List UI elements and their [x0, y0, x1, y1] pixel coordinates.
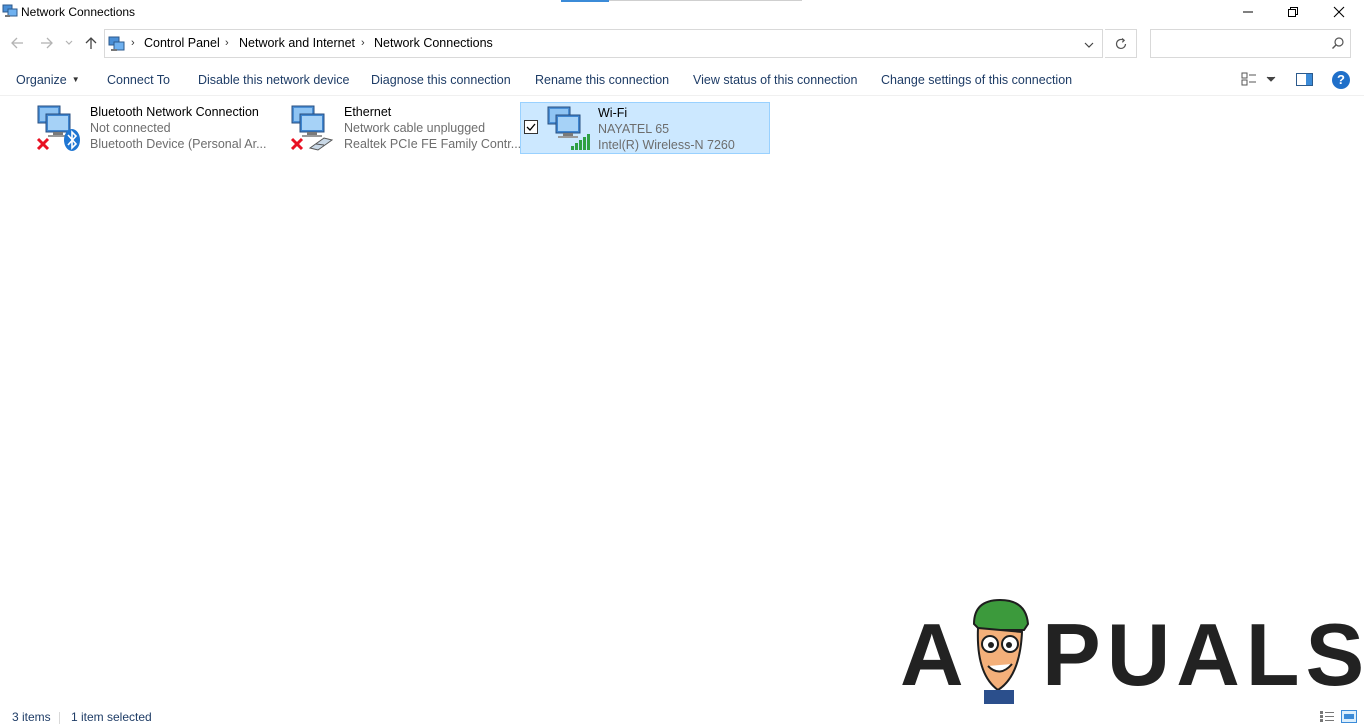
minimize-icon — [1243, 11, 1253, 13]
refresh-button[interactable] — [1105, 29, 1137, 58]
forward-button[interactable] — [36, 32, 58, 54]
breadcrumb-separator: › — [361, 37, 365, 49]
selection-checkbox[interactable] — [524, 120, 538, 134]
bluetooth-network-icon — [36, 105, 80, 151]
address-dropdown-icon[interactable] — [1082, 38, 1096, 52]
minimize-button[interactable] — [1225, 0, 1271, 24]
diagnose-button[interactable]: Diagnose this connection — [371, 73, 511, 87]
window-title: Network Connections — [21, 5, 136, 19]
command-bar: Organize ▼ Connect To Disable this networ… — [0, 64, 1364, 96]
breadcrumb-network-connections[interactable]: Network Connections — [374, 36, 493, 50]
connection-item-ethernet[interactable]: Ethernet Network cable unplugged Realtek… — [274, 102, 524, 154]
search-icon[interactable] — [1331, 36, 1345, 50]
help-icon[interactable]: ? — [1332, 71, 1350, 89]
title-bar: Network Connections — [0, 0, 1364, 24]
refresh-icon — [1115, 37, 1126, 49]
recent-locations-button[interactable] — [60, 32, 78, 54]
close-button[interactable] — [1316, 0, 1362, 24]
search-input[interactable] — [1155, 34, 1325, 53]
breadcrumb-separator: › — [131, 37, 135, 49]
chevron-down-icon — [65, 40, 73, 45]
preview-pane-icon[interactable] — [1296, 73, 1313, 86]
mascot-logo-icon — [972, 598, 1030, 704]
forward-arrow-icon — [41, 37, 53, 49]
search-box[interactable] — [1150, 29, 1351, 58]
items-count: 3 items — [12, 710, 51, 724]
view-status-button[interactable]: View status of this connection — [693, 73, 857, 87]
up-button[interactable] — [80, 32, 102, 54]
connection-name: Wi-Fi — [598, 106, 628, 120]
network-connections-icon — [2, 4, 18, 17]
watermark-text: PUALS — [1042, 605, 1364, 704]
organize-label: Organize — [16, 73, 67, 87]
connection-item-wifi[interactable]: Wi-Fi NAYATEL 65 Intel(R) Wireless-N 726… — [520, 102, 770, 154]
connection-status: Network cable unplugged — [344, 121, 486, 135]
rename-button[interactable]: Rename this connection — [535, 73, 669, 87]
checkmark-icon — [526, 123, 536, 131]
ethernet-network-icon — [290, 105, 334, 151]
up-arrow-icon — [85, 37, 97, 49]
disable-device-button[interactable]: Disable this network device — [198, 73, 349, 87]
connection-device: Realtek PCIe FE Family Contr... — [344, 137, 522, 151]
restore-button[interactable] — [1270, 0, 1316, 24]
selected-count: 1 item selected — [71, 710, 152, 724]
caret-down-icon: ▼ — [71, 75, 80, 84]
title-accent-line — [561, 0, 609, 2]
control-panel-icon — [108, 36, 125, 51]
change-settings-button[interactable]: Change settings of this connection — [881, 73, 1072, 87]
appuals-watermark: A PUALS — [896, 590, 1364, 710]
large-icons-view-icon[interactable] — [1341, 710, 1357, 723]
connect-to-button[interactable]: Connect To — [107, 73, 170, 87]
connection-device: Intel(R) Wireless-N 7260 — [598, 138, 735, 152]
organize-menu[interactable]: Organize ▼ — [16, 73, 80, 87]
connection-name: Ethernet — [344, 105, 392, 119]
back-arrow-icon — [11, 37, 23, 49]
breadcrumb-control-panel[interactable]: Control Panel — [144, 36, 220, 50]
title-divider — [609, 0, 802, 1]
status-bar: 3 items 1 item selected — [0, 706, 1364, 727]
status-divider — [59, 712, 60, 724]
close-icon — [1333, 6, 1345, 18]
connection-item-bluetooth[interactable]: Bluetooth Network Connection Not connect… — [20, 102, 270, 154]
connection-status: NAYATEL 65 — [598, 122, 670, 136]
breadcrumb-network-and-internet[interactable]: Network and Internet — [239, 36, 355, 50]
address-bar[interactable]: › Control Panel › Network and Internet ›… — [104, 29, 1103, 58]
breadcrumb-separator: › — [225, 37, 229, 49]
details-view-icon[interactable] — [1319, 710, 1335, 723]
connection-status: Not connected — [90, 121, 171, 135]
restore-icon — [1288, 7, 1298, 17]
wifi-network-icon — [547, 106, 590, 150]
change-view-icon[interactable] — [1240, 70, 1280, 88]
connection-device: Bluetooth Device (Personal Ar... — [90, 137, 267, 151]
back-button[interactable] — [6, 32, 28, 54]
connection-name: Bluetooth Network Connection — [90, 105, 259, 119]
